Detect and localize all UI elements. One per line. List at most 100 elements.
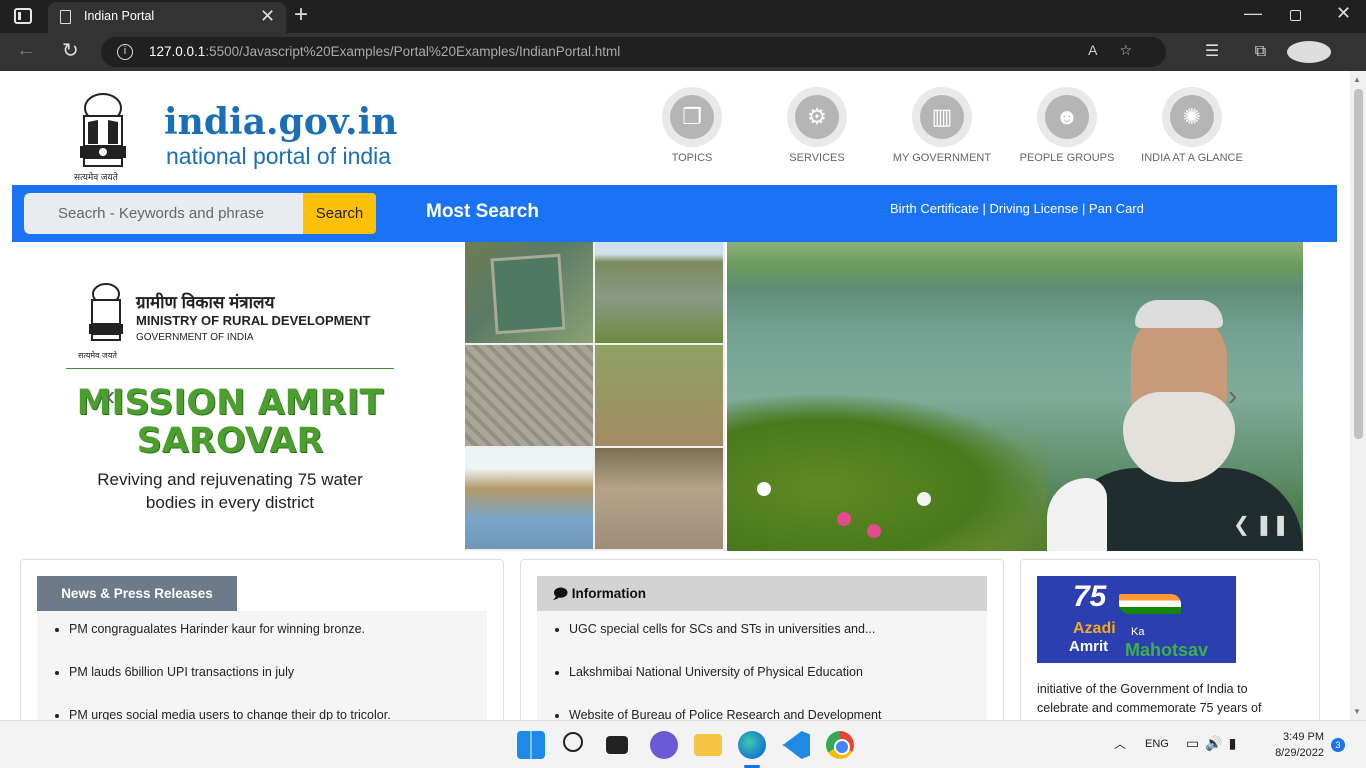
site-logo-subtitle: national portal of india (166, 143, 392, 169)
scroll-up-icon[interactable]: ▲ (1353, 75, 1361, 84)
bushes (727, 392, 1047, 551)
tab-actions-icon[interactable] (14, 8, 32, 24)
government-icon: ▥ (920, 95, 964, 139)
collage-photo (595, 448, 723, 549)
vscode-icon[interactable] (782, 731, 810, 759)
nav-label: SERVICES (789, 152, 845, 164)
carousel-pause-icon[interactable]: ❮ ❚❚ (1233, 512, 1289, 537)
mission-subtitle: Reviving and rejuvenating 75 water bodie… (97, 470, 363, 512)
portrait-hair (1135, 300, 1223, 328)
search-button[interactable]: Search (303, 193, 376, 234)
carousel-next-icon[interactable]: › (1228, 380, 1237, 412)
back-button[interactable]: ← (16, 39, 36, 62)
search-icon[interactable] (563, 732, 583, 752)
window-close-button[interactable]: ✕ (1336, 3, 1351, 24)
news-item[interactable]: PM congragualates Harinder kaur for winn… (69, 619, 487, 662)
mission-title: MISSION AMRIT SAROVAR (76, 383, 384, 461)
flower (867, 524, 881, 538)
tricolor-icon (1119, 594, 1181, 614)
browser-tab-bar: Indian Portal ✕ + — ✕ (0, 0, 1366, 33)
language-indicator[interactable]: ENG (1145, 738, 1169, 750)
gear-icon: ⚙ (795, 95, 839, 139)
system-tray-icons[interactable]: ▭🔊▮ (1186, 735, 1242, 752)
refresh-button[interactable]: ↻ (62, 38, 79, 63)
flower (757, 482, 771, 496)
news-item[interactable]: PM urges social media users to change th… (69, 705, 487, 720)
information-item[interactable]: Website of Bureau of Police Research and… (569, 705, 987, 720)
page-icon (60, 10, 71, 24)
ministry-emblem-caption: सत्यमेव जयते (78, 351, 117, 360)
url-field[interactable]: i 127.0.0.1:5500/Javascript%20Examples/P… (101, 37, 1166, 67)
collections-icon[interactable]: ⧉ (1238, 43, 1282, 61)
most-search-heading: Most Search (426, 201, 539, 222)
notification-badge[interactable]: 3 (1331, 738, 1345, 752)
profile-button[interactable] (1286, 41, 1331, 63)
site-info-icon[interactable]: i (117, 44, 133, 60)
nav-label: INDIA AT A GLANCE (1141, 152, 1243, 164)
quick-links[interactable]: Birth Certificate | Driving License | Pa… (890, 201, 1144, 216)
news-list: PM congragualates Harinder kaur for winn… (37, 611, 487, 720)
nav-label: PEOPLE GROUPS (1019, 152, 1115, 164)
site-logo-title[interactable]: india.gov.in (164, 101, 397, 143)
nav-label: MY GOVERNMENT (892, 152, 992, 164)
chevron-up-icon[interactable]: ︿ (1114, 735, 1126, 752)
information-list: UGC special cells for SCs and STs in uni… (537, 611, 987, 720)
clock-date: 8/29/2022 (1275, 747, 1324, 759)
ministry-name-hindi: ग्रामीण विकास मंत्रालय (136, 293, 275, 312)
taskbar: ︿ ENG ▭🔊▮ 3:49 PM 8/29/2022 3 (0, 720, 1366, 768)
tab-title: Indian Portal (84, 9, 155, 23)
page-scrollbar[interactable]: ▲ ▼ (1350, 71, 1366, 720)
read-aloud-icon[interactable]: A☆ (1088, 42, 1154, 59)
azadi-description: initiative of the Government of India to… (1037, 682, 1262, 715)
minimize-button[interactable]: — (1244, 3, 1262, 24)
ministry-government: GOVERNMENT OF INDIA (136, 332, 254, 343)
collage-photo (465, 345, 593, 446)
information-item[interactable]: UGC special cells for SCs and STs in uni… (569, 619, 987, 662)
collage-photo (465, 242, 593, 343)
azadi-ka-amrit-mahotsav-logo[interactable]: 75 Azadi Ka Amrit Mahotsav (1037, 576, 1236, 663)
clock[interactable]: 3:49 PM 8/29/2022 (1262, 729, 1324, 761)
nav-label: TOPICS (671, 152, 713, 164)
hero-carousel: सत्यमेव जयते ग्रामीण विकास मंत्रालय MINI… (12, 242, 1303, 551)
information-card: 🗩 Information UGC special cells for SCs … (520, 559, 1004, 720)
maximize-button[interactable] (1290, 10, 1301, 21)
favorites-icon[interactable]: ☰ (1190, 41, 1234, 61)
avatar (1286, 41, 1331, 63)
nav-india-at-a-glance[interactable]: ✺ INDIA AT A GLANCE (1122, 87, 1262, 164)
nav-services[interactable]: ⚙ SERVICES (747, 87, 887, 164)
nav-topics[interactable]: ❐ TOPICS (622, 87, 762, 164)
emblem-caption: सत्यमेव जयते (74, 172, 118, 182)
collage-photo (595, 345, 723, 446)
lake-photo: ❮ ❚❚ (727, 242, 1303, 551)
chrome-icon[interactable] (826, 731, 854, 759)
carousel-prev-icon[interactable]: ‹ (106, 380, 115, 412)
collage-photo (595, 242, 723, 343)
nav-my-government[interactable]: ▥ MY GOVERNMENT (872, 87, 1012, 164)
logo-word: Ka (1131, 626, 1145, 638)
browser-tab[interactable]: Indian Portal ✕ (48, 2, 286, 33)
news-card: News & Press Releases PM congragualates … (20, 559, 504, 720)
information-header: 🗩 Information (537, 576, 987, 611)
close-tab-icon[interactable]: ✕ (260, 6, 275, 27)
information-title: Information (571, 586, 646, 601)
flower (837, 512, 851, 526)
portrait-kurta (1047, 478, 1107, 551)
windows-start-icon[interactable] (517, 731, 545, 759)
scroll-thumb[interactable] (1354, 89, 1363, 439)
task-view-icon[interactable] (606, 736, 628, 754)
azadi-card: 75 Azadi Ka Amrit Mahotsav initiative of… (1020, 559, 1320, 720)
address-bar-row: ← ↻ i 127.0.0.1:5500/Javascript%20Exampl… (0, 33, 1366, 82)
search-input[interactable] (24, 193, 304, 234)
flower (917, 492, 931, 506)
file-explorer-icon[interactable] (694, 734, 722, 756)
nav-people-groups[interactable]: ☻ PEOPLE GROUPS (997, 87, 1137, 164)
divider (66, 368, 394, 369)
chat-icon[interactable] (650, 731, 678, 759)
news-title: News & Press Releases (37, 576, 237, 611)
scroll-down-icon[interactable]: ▼ (1353, 707, 1361, 716)
news-item[interactable]: PM lauds 6billion UPI transactions in ju… (69, 662, 487, 705)
top-navigation: ❐ TOPICS ⚙ SERVICES ▥ MY GOVERNMENT ☻ PE… (630, 87, 1280, 167)
information-item[interactable]: Lakshmibai National University of Physic… (569, 662, 987, 705)
new-tab-button[interactable]: + (294, 1, 308, 29)
edge-icon[interactable] (738, 731, 766, 759)
